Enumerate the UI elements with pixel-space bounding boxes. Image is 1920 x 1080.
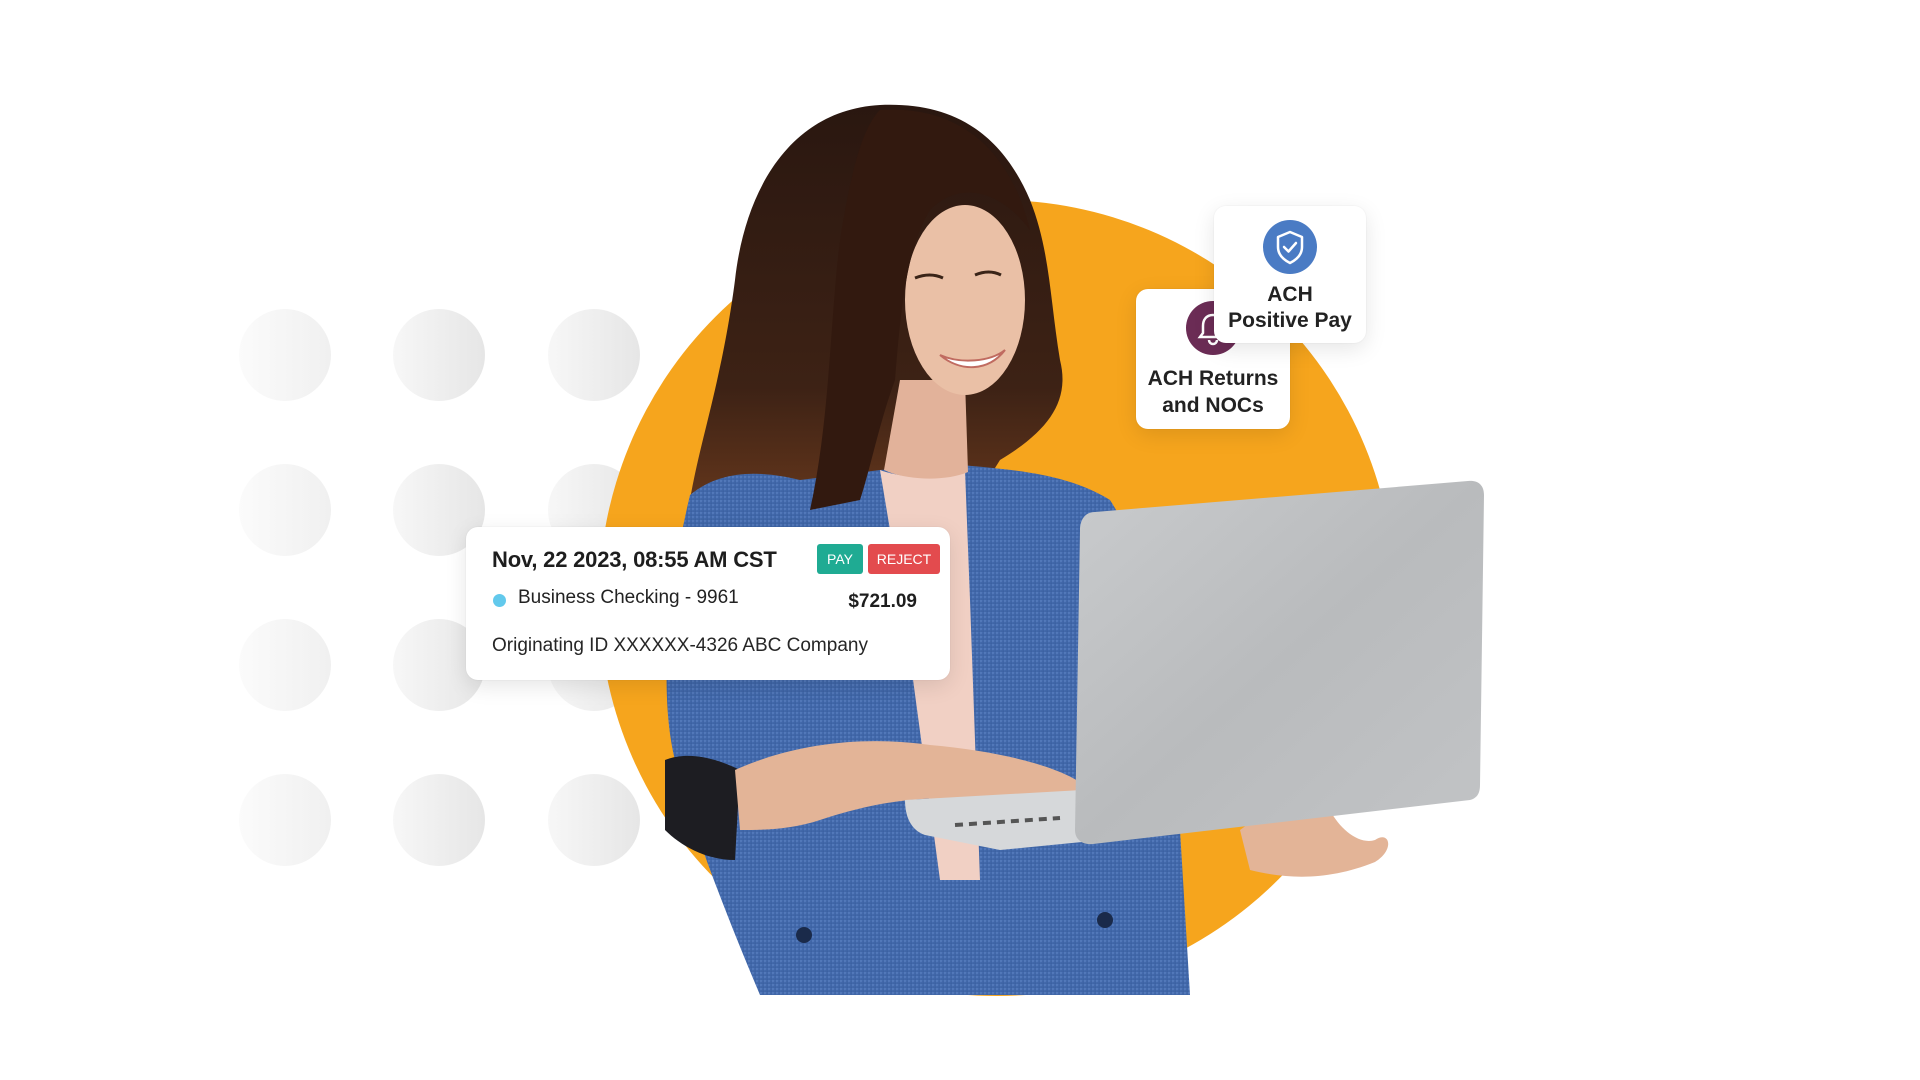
badge-label-line2: Positive Pay [1228, 309, 1352, 332]
badge-label-line2: and NOCs [1162, 394, 1264, 417]
blazer-button [1097, 912, 1113, 928]
transaction-card: Nov, 22 2023, 08:55 AM CST PAY REJECT Bu… [466, 527, 950, 680]
shield-check-icon [1263, 220, 1317, 274]
badge-label-line1: ACH Returns [1147, 367, 1279, 390]
account-name: Business Checking - 9961 [518, 587, 739, 608]
badge-label-line1: ACH [1267, 283, 1313, 306]
sleeve-cuff [665, 755, 740, 860]
transaction-datetime: Nov, 22 2023, 08:55 AM CST [492, 547, 777, 572]
ach-positive-pay-badge: ACH Positive Pay [1214, 206, 1366, 343]
hero-illustration [599, 104, 1484, 996]
originating-id: Originating ID XXXXXX-4326 ABC Company [492, 635, 868, 656]
blazer-button [796, 927, 812, 943]
pay-button[interactable]: PAY [817, 544, 863, 574]
transaction-amount: $721.09 [848, 591, 917, 612]
account-status-dot [493, 594, 506, 607]
laptop-lid [1075, 480, 1484, 845]
reject-button[interactable]: REJECT [868, 544, 940, 574]
